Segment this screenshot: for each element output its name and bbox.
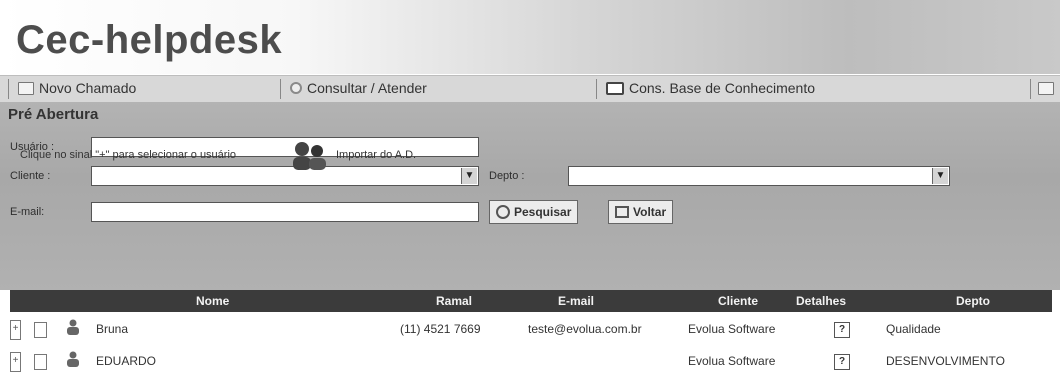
cell-cliente: Evolua Software: [688, 354, 776, 368]
document-icon: [18, 81, 34, 95]
menu-item-label: Consultar / Atender: [307, 80, 427, 96]
table-row: + EDUARDO Evolua Software ? DESENVOLVIME…: [10, 346, 1052, 378]
menu-item-novo-chamado[interactable]: Novo Chamado: [18, 80, 136, 96]
menu-separator: [8, 79, 9, 99]
cell-email: teste@evolua.com.br: [528, 322, 642, 336]
app-header: Cec-helpdesk: [0, 0, 1060, 74]
cliente-select[interactable]: ▼: [91, 166, 479, 186]
document-icon[interactable]: [1038, 82, 1054, 95]
search-icon: [496, 205, 510, 219]
email-label: E-mail:: [10, 206, 45, 218]
pre-abertura-panel: Pré Abertura Usuário : Cliente : ▼ Depto…: [0, 102, 1060, 290]
cell-cliente: Evolua Software: [688, 322, 776, 336]
cell-depto: DESENVOLVIMENTO: [886, 354, 1005, 368]
cell-ramal: (11) 4521 7669: [400, 322, 481, 336]
menu-separator: [280, 79, 281, 99]
search-button[interactable]: Pesquisar: [489, 200, 579, 224]
back-button-label: Voltar: [633, 205, 667, 219]
cell-nome: EDUARDO: [96, 354, 157, 368]
cell-nome: Bruna: [96, 322, 129, 336]
email-field[interactable]: [91, 202, 479, 222]
details-icon[interactable]: ?: [834, 322, 850, 338]
chevron-down-icon[interactable]: ▼: [932, 168, 948, 184]
column-header-cliente: Cliente: [718, 294, 759, 308]
expand-button[interactable]: +: [10, 352, 21, 372]
depto-label: Depto :: [489, 170, 525, 182]
search-icon: [290, 82, 302, 94]
menu-item-label: Cons. Base de Conhecimento: [629, 80, 815, 96]
cliente-label: Cliente :: [10, 170, 51, 182]
users-table-header: Nome Ramal E-mail Cliente Detalhes Depto: [10, 290, 1052, 312]
app-logo: Cec-helpdesk: [16, 18, 283, 62]
menu-separator: [1030, 79, 1031, 99]
menu-item-base-conhecimento[interactable]: Cons. Base de Conhecimento: [606, 80, 815, 96]
menu-separator: [596, 79, 597, 99]
book-icon: [606, 81, 624, 95]
menu-item-consultar[interactable]: Consultar / Atender: [290, 80, 427, 96]
column-header-ramal: Ramal: [436, 294, 473, 308]
user-icon: [67, 351, 79, 367]
document-icon: [34, 354, 47, 370]
document-icon: [34, 322, 47, 338]
user-icon: [67, 319, 79, 335]
table-row: + Bruna (11) 4521 7669 teste@evolua.com.…: [10, 314, 1052, 346]
depto-select[interactable]: ▼: [568, 166, 950, 186]
users-icon[interactable]: [290, 140, 330, 172]
menu-item-label: Novo Chamado: [39, 80, 137, 96]
search-button-label: Pesquisar: [514, 205, 572, 219]
column-header-detalhes: Detalhes: [796, 294, 847, 308]
column-header-depto: Depto: [956, 294, 990, 308]
back-button[interactable]: Voltar: [608, 200, 674, 224]
select-user-hint: Clique no sinal "+" para selecionar o us…: [20, 149, 237, 161]
import-ad-link[interactable]: Importar do A.D.: [336, 149, 416, 161]
details-icon[interactable]: ?: [834, 354, 850, 370]
column-header-email: E-mail: [558, 294, 595, 308]
back-icon: [615, 206, 629, 218]
chevron-down-icon[interactable]: ▼: [461, 168, 477, 184]
cell-depto: Qualidade: [886, 322, 941, 336]
main-menu: Novo Chamado Consultar / Atender Cons. B…: [0, 75, 1060, 103]
column-header-nome: Nome: [196, 294, 230, 308]
panel-title: Pré Abertura: [8, 106, 99, 123]
expand-button[interactable]: +: [10, 320, 21, 340]
